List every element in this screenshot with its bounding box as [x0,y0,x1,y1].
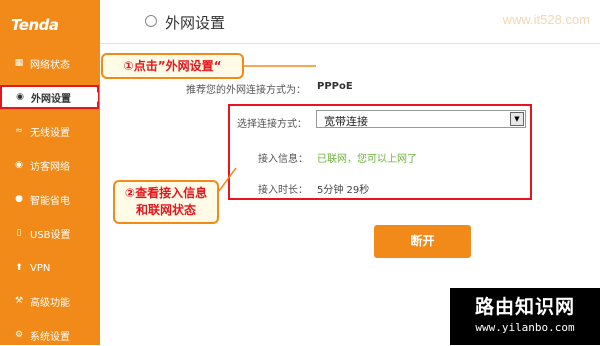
wifi-icon: ≈ [15,126,23,136]
sidebar: Tenda ▦ 网络状态 ◉ 外网设置 ≈ 无线设置 ◉ 访客网络 ● 智能省电… [0,0,100,345]
sidebar-item-label: 高级功能 [30,297,70,309]
access-info-value: 已联网，您可以上网了 [317,154,417,165]
page-title: 外网设置 [165,14,226,32]
top-watermark: www.it528.com [502,12,590,27]
vpn-icon: ⬆ [15,263,23,273]
sidebar-item-label: VPN [30,262,51,274]
sidebar-item-wan-settings[interactable]: ◉ 外网设置 [0,85,99,109]
settings-icon: ⚙ [14,330,24,340]
sidebar-item-system[interactable]: ⚙ 系统设置 [0,324,100,346]
sidebar-item-advanced[interactable]: ⚒ 高级功能 [0,290,100,312]
sidebar-item-label: 智能省电 [30,195,70,207]
duration-value: 5分钟 29秒 [317,185,370,196]
globe-icon [145,15,157,27]
duration-label: 接入时长： [258,185,308,196]
disconnect-button[interactable]: 断开 [374,225,471,258]
connection-type-value: 宽带连接 [324,115,368,128]
page-header: 外网设置 www.it528.com [100,0,600,44]
network-icon: ▦ [14,58,24,68]
active-item-pointer [92,92,98,102]
guest-icon: ◉ [15,160,23,170]
sidebar-item-label: 网络状态 [30,59,70,71]
step2-callout-line1: ②查看接入信息 [124,186,208,200]
recommend-value: PPPoE [317,81,353,92]
sidebar-item-vpn[interactable]: ⬆ VPN [0,257,100,279]
wrench-icon: ⚒ [14,296,24,306]
sidebar-item-network-status[interactable]: ▦ 网络状态 [0,52,100,74]
step2-callout-line2: 和联网状态 [135,203,196,217]
power-icon: ● [15,194,23,204]
access-info-label: 接入信息： [258,154,308,165]
tenda-logo: Tenda [11,16,59,34]
usb-icon: ▯ [16,228,22,238]
sidebar-item-label: 外网设置 [31,93,71,105]
sidebar-item-label: 访客网络 [30,161,70,173]
sidebar-item-guest-network[interactable]: ◉ 访客网络 [0,154,100,176]
sidebar-item-label: 系统设置 [30,331,70,343]
sidebar-item-usb[interactable]: ▯ USB设置 [0,222,100,244]
connection-type-select[interactable]: 宽带连接 ▼ [316,110,526,128]
sidebar-item-label: USB设置 [30,229,71,241]
site-watermark: 路由知识网 www.yilanbo.com [450,288,600,345]
connection-type-label: 选择连接方式： [237,119,307,130]
dropdown-arrow-icon[interactable]: ▼ [510,112,524,126]
sidebar-item-wireless[interactable]: ≈ 无线设置 [0,120,100,142]
watermark-url: www.yilanbo.com [475,321,575,334]
watermark-title: 路由知识网 [474,296,575,318]
sidebar-item-power-saving[interactable]: ● 智能省电 [0,188,100,210]
globe-icon: ◉ [16,92,24,102]
step1-callout: ①点击”外网设置“ [101,53,244,79]
sidebar-item-label: 无线设置 [30,127,70,139]
recommend-label: 推荐您的外网连接方式为： [186,85,306,96]
step2-callout: ②查看接入信息 和联网状态 [113,180,219,224]
